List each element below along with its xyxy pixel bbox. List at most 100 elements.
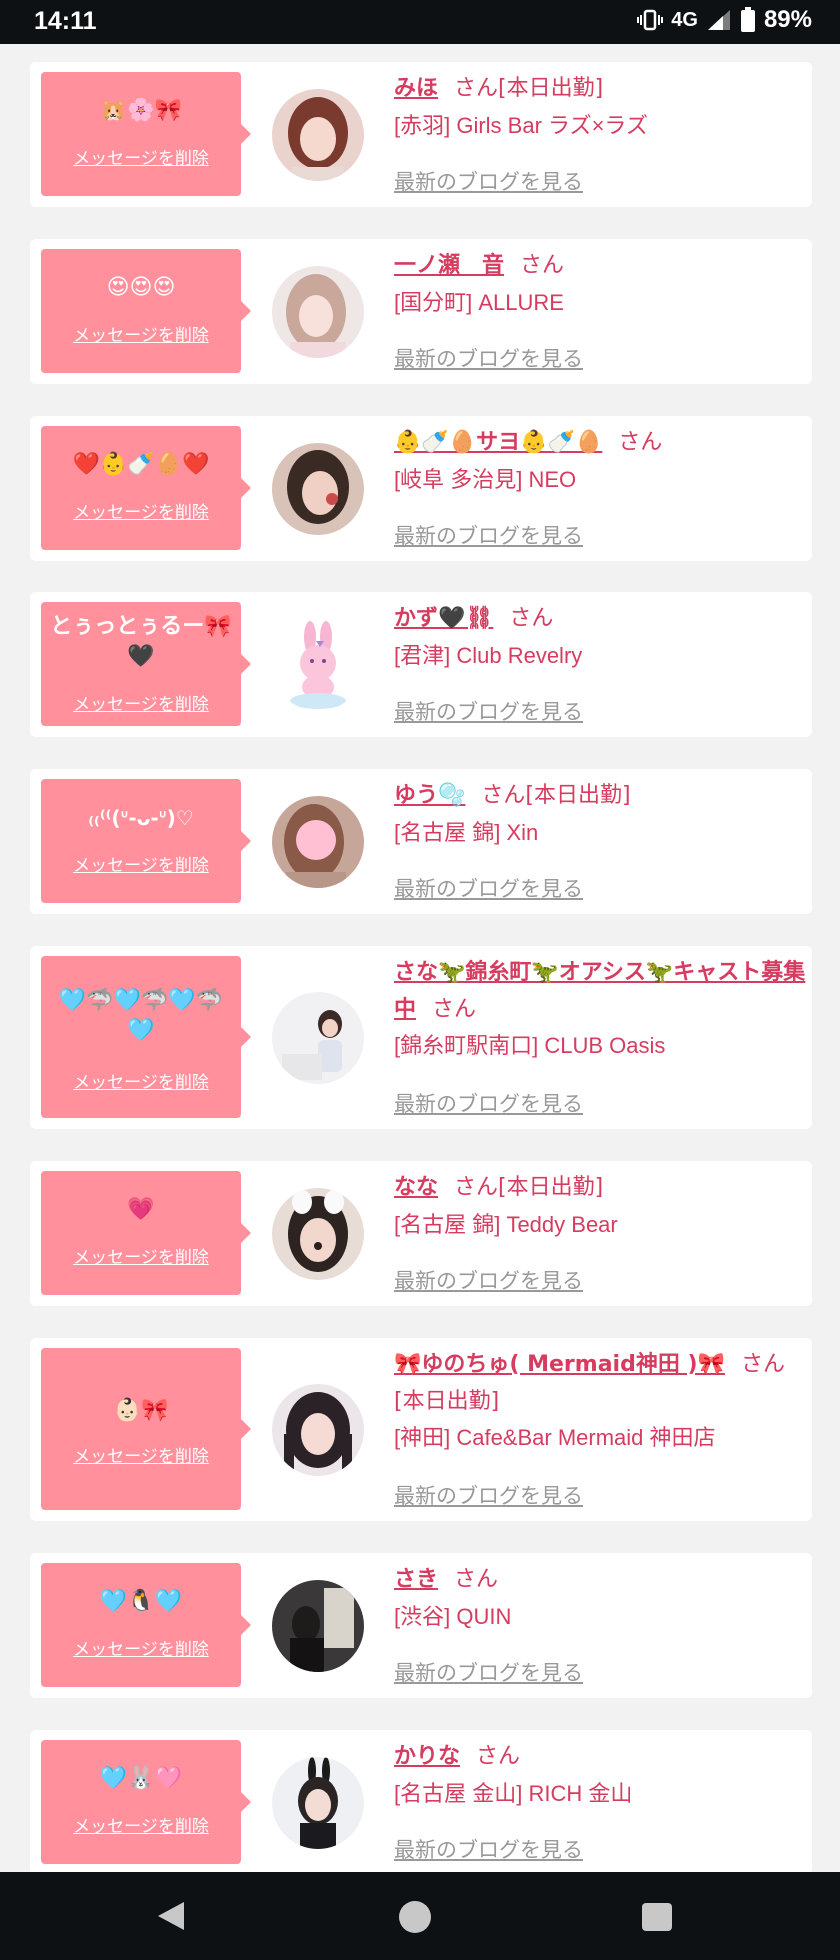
latest-blog-link[interactable]: 最新のブログを見る bbox=[394, 873, 583, 903]
shop-name: [名古屋 錦] Xin bbox=[394, 820, 539, 845]
back-icon[interactable] bbox=[158, 1902, 184, 1930]
latest-blog-link[interactable]: 最新のブログを見る bbox=[394, 1265, 583, 1295]
cast-name-link[interactable]: かず🖤⛓ bbox=[394, 606, 493, 631]
delete-message-link[interactable]: メッセージを削除 bbox=[41, 1812, 241, 1837]
avatar[interactable] bbox=[272, 1757, 364, 1849]
delete-message-link[interactable]: メッセージを削除 bbox=[41, 498, 241, 523]
message-list[interactable]: 🐹🌸🎀 メッセージを削除 みほ さん[本日出勤] [赤羽] Girls Bar ラ… bbox=[0, 44, 840, 1872]
honorific: さん bbox=[618, 430, 663, 455]
list-item: 🩵🐰🩷 メッセージを削除 かりな さん [名古屋 金山] RICH 金山 最新のブ… bbox=[30, 1730, 812, 1872]
message-emoji: ₍₍⁽⁽(ᐡ-ᴗ-ᐡ)♡ bbox=[88, 806, 194, 830]
status-bar: 14:11 4G 89% bbox=[0, 0, 840, 44]
attendance-tag: [本日出勤] bbox=[498, 1175, 604, 1200]
cast-name-link[interactable]: 🎀ゆのちゅ( Mermaid神田 )🎀 bbox=[394, 1352, 725, 1377]
delete-message-link[interactable]: メッセージを削除 bbox=[41, 1243, 241, 1268]
shop-name: [神田] Cafe&Bar Mermaid 神田店 bbox=[394, 1425, 716, 1450]
delete-message-link[interactable]: メッセージを削除 bbox=[41, 1068, 241, 1093]
message-box: ₍₍⁽⁽(ᐡ-ᴗ-ᐡ)♡ メッセージを削除 bbox=[41, 779, 251, 903]
cast-info: かりな さん [名古屋 金山] RICH 金山 最新のブログを見る bbox=[394, 1738, 794, 1862]
shop-name: [渋谷] QUIN bbox=[394, 1604, 512, 1629]
message-box: とぅっとぅるー🎀🖤 メッセージを削除 bbox=[41, 602, 251, 726]
honorific: さん bbox=[740, 1352, 785, 1377]
home-icon[interactable] bbox=[399, 1901, 431, 1933]
message-box: 😍😍😍 メッセージを削除 bbox=[41, 249, 251, 373]
message-box: 🐹🌸🎀 メッセージを削除 bbox=[41, 72, 251, 196]
cast-info: みほ さん[本日出勤] [赤羽] Girls Bar ラズ×ラズ 最新のブログを見… bbox=[394, 70, 794, 194]
latest-blog-link[interactable]: 最新のブログを見る bbox=[394, 696, 583, 726]
list-item: 💗 メッセージを削除 なな さん[本日出勤] [名古屋 錦] Teddy Bear… bbox=[30, 1161, 812, 1306]
honorific: さん bbox=[481, 783, 526, 808]
shop-name: [名古屋 金山] RICH 金山 bbox=[394, 1781, 633, 1806]
message-emoji: 👶🏻🎀 bbox=[113, 1398, 169, 1423]
shop-name: [岐阜 多治見] NEO bbox=[394, 467, 577, 492]
cast-info: 一ノ瀬 音さん [国分町] ALLURE 最新のブログを見る bbox=[394, 247, 794, 371]
message-box: 🩵🐧🩵 メッセージを削除 bbox=[41, 1563, 251, 1687]
avatar[interactable] bbox=[272, 266, 364, 358]
cast-name-link[interactable]: 👶🍼🥚サヨ👶🍼🥚 bbox=[394, 430, 602, 455]
list-item: 😍😍😍 メッセージを削除 一ノ瀬 音さん [国分町] ALLURE 最新のブログ… bbox=[30, 239, 812, 384]
latest-blog-link[interactable]: 最新のブログを見る bbox=[394, 343, 583, 373]
delete-message-link[interactable]: メッセージを削除 bbox=[41, 321, 241, 346]
delete-message-link[interactable]: メッセージを削除 bbox=[41, 851, 241, 876]
avatar[interactable] bbox=[272, 89, 364, 181]
latest-blog-link[interactable]: 最新のブログを見る bbox=[394, 1834, 583, 1864]
avatar[interactable] bbox=[272, 1580, 364, 1672]
shop-name: [名古屋 錦] Teddy Bear bbox=[394, 1212, 618, 1237]
cast-name-link[interactable]: 一ノ瀬 音 bbox=[394, 253, 504, 278]
message-emoji: 🩵🐰🩷 bbox=[99, 1766, 183, 1791]
message-emoji: 🐹🌸🎀 bbox=[99, 98, 183, 123]
latest-blog-link[interactable]: 最新のブログを見る bbox=[394, 1657, 583, 1687]
honorific: さん bbox=[454, 1567, 499, 1592]
battery-icon bbox=[740, 7, 755, 32]
list-item: ❤️👶🍼🥚❤️ メッセージを削除 👶🍼🥚サヨ👶🍼🥚 さん [岐阜 多治見] NEO… bbox=[30, 416, 812, 561]
cast-name-link[interactable]: さき bbox=[394, 1567, 438, 1592]
avatar[interactable] bbox=[272, 1384, 364, 1476]
shop-name: [赤羽] Girls Bar ラズ×ラズ bbox=[394, 113, 648, 138]
message-emoji: ❤️👶🍼🥚❤️ bbox=[72, 452, 210, 477]
list-item: ₍₍⁽⁽(ᐡ-ᴗ-ᐡ)♡ メッセージを削除 ゆう🫧 さん[本日出勤] [名古屋 錦… bbox=[30, 769, 812, 914]
network-type: 4G bbox=[671, 8, 698, 31]
delete-message-link[interactable]: メッセージを削除 bbox=[41, 690, 241, 715]
cast-info: かず🖤⛓ さん [君津] Club Revelry 最新のブログを見る bbox=[394, 600, 794, 724]
list-item: 🩵🐧🩵 メッセージを削除 さき さん [渋谷] QUIN 最新のブログを見る bbox=[30, 1553, 812, 1698]
delete-message-link[interactable]: メッセージを削除 bbox=[41, 144, 241, 169]
shop-name: [君津] Club Revelry bbox=[394, 643, 583, 668]
message-emoji: 😍😍😍 bbox=[106, 275, 176, 300]
cast-name-link[interactable]: ゆう🫧 bbox=[394, 783, 465, 808]
cast-info: 🎀ゆのちゅ( Mermaid神田 )🎀 さん [本日出勤] [神田] Cafe&Ba… bbox=[394, 1346, 794, 1508]
delete-message-link[interactable]: メッセージを削除 bbox=[41, 1442, 241, 1467]
status-icons: 4G 89% bbox=[637, 6, 812, 34]
honorific: さん bbox=[454, 76, 499, 101]
vibrate-icon bbox=[637, 9, 664, 31]
list-item: 👶🏻🎀 メッセージを削除 🎀ゆのちゅ( Mermaid神田 )🎀 さん [本日出勤]… bbox=[30, 1338, 812, 1521]
avatar[interactable] bbox=[272, 796, 364, 888]
cast-name-link[interactable]: みほ bbox=[394, 76, 438, 101]
cast-info: さな🦖錦糸町🦖オアシス🦖キャスト募集中 さん [錦糸町駅南口] CLUB Oasi… bbox=[394, 954, 805, 1116]
message-emoji: とぅっとぅるー🎀🖤 bbox=[50, 614, 232, 669]
status-time: 14:11 bbox=[34, 7, 97, 35]
honorific: さん bbox=[520, 253, 565, 278]
message-box: 💗 メッセージを削除 bbox=[41, 1171, 251, 1295]
avatar[interactable] bbox=[272, 992, 364, 1084]
avatar[interactable] bbox=[272, 1188, 364, 1280]
latest-blog-link[interactable]: 最新のブログを見る bbox=[394, 520, 583, 550]
latest-blog-link[interactable]: 最新のブログを見る bbox=[394, 166, 583, 196]
honorific: さん bbox=[476, 1744, 521, 1769]
message-emoji: 💗 bbox=[127, 1197, 155, 1222]
recent-apps-icon[interactable] bbox=[642, 1903, 672, 1931]
message-box: ❤️👶🍼🥚❤️ メッセージを削除 bbox=[41, 426, 251, 550]
battery-percent: 89% bbox=[763, 6, 812, 33]
avatar[interactable] bbox=[272, 619, 364, 711]
latest-blog-link[interactable]: 最新のブログを見る bbox=[394, 1088, 583, 1118]
avatar[interactable] bbox=[272, 443, 364, 535]
cast-info: なな さん[本日出勤] [名古屋 錦] Teddy Bear 最新のブログを見る bbox=[394, 1169, 794, 1293]
cast-name-link[interactable]: かりな bbox=[394, 1744, 460, 1769]
delete-message-link[interactable]: メッセージを削除 bbox=[41, 1635, 241, 1660]
cast-name-link[interactable]: なな bbox=[394, 1175, 438, 1200]
attendance-tag: [本日出勤] bbox=[498, 76, 604, 101]
latest-blog-link[interactable]: 最新のブログを見る bbox=[394, 1480, 583, 1510]
attendance-tag: [本日出勤] bbox=[394, 1389, 500, 1414]
honorific: さん bbox=[432, 997, 477, 1022]
message-emoji: 🩵🐧🩵 bbox=[99, 1589, 183, 1614]
cast-info: さき さん [渋谷] QUIN 最新のブログを見る bbox=[394, 1561, 794, 1685]
